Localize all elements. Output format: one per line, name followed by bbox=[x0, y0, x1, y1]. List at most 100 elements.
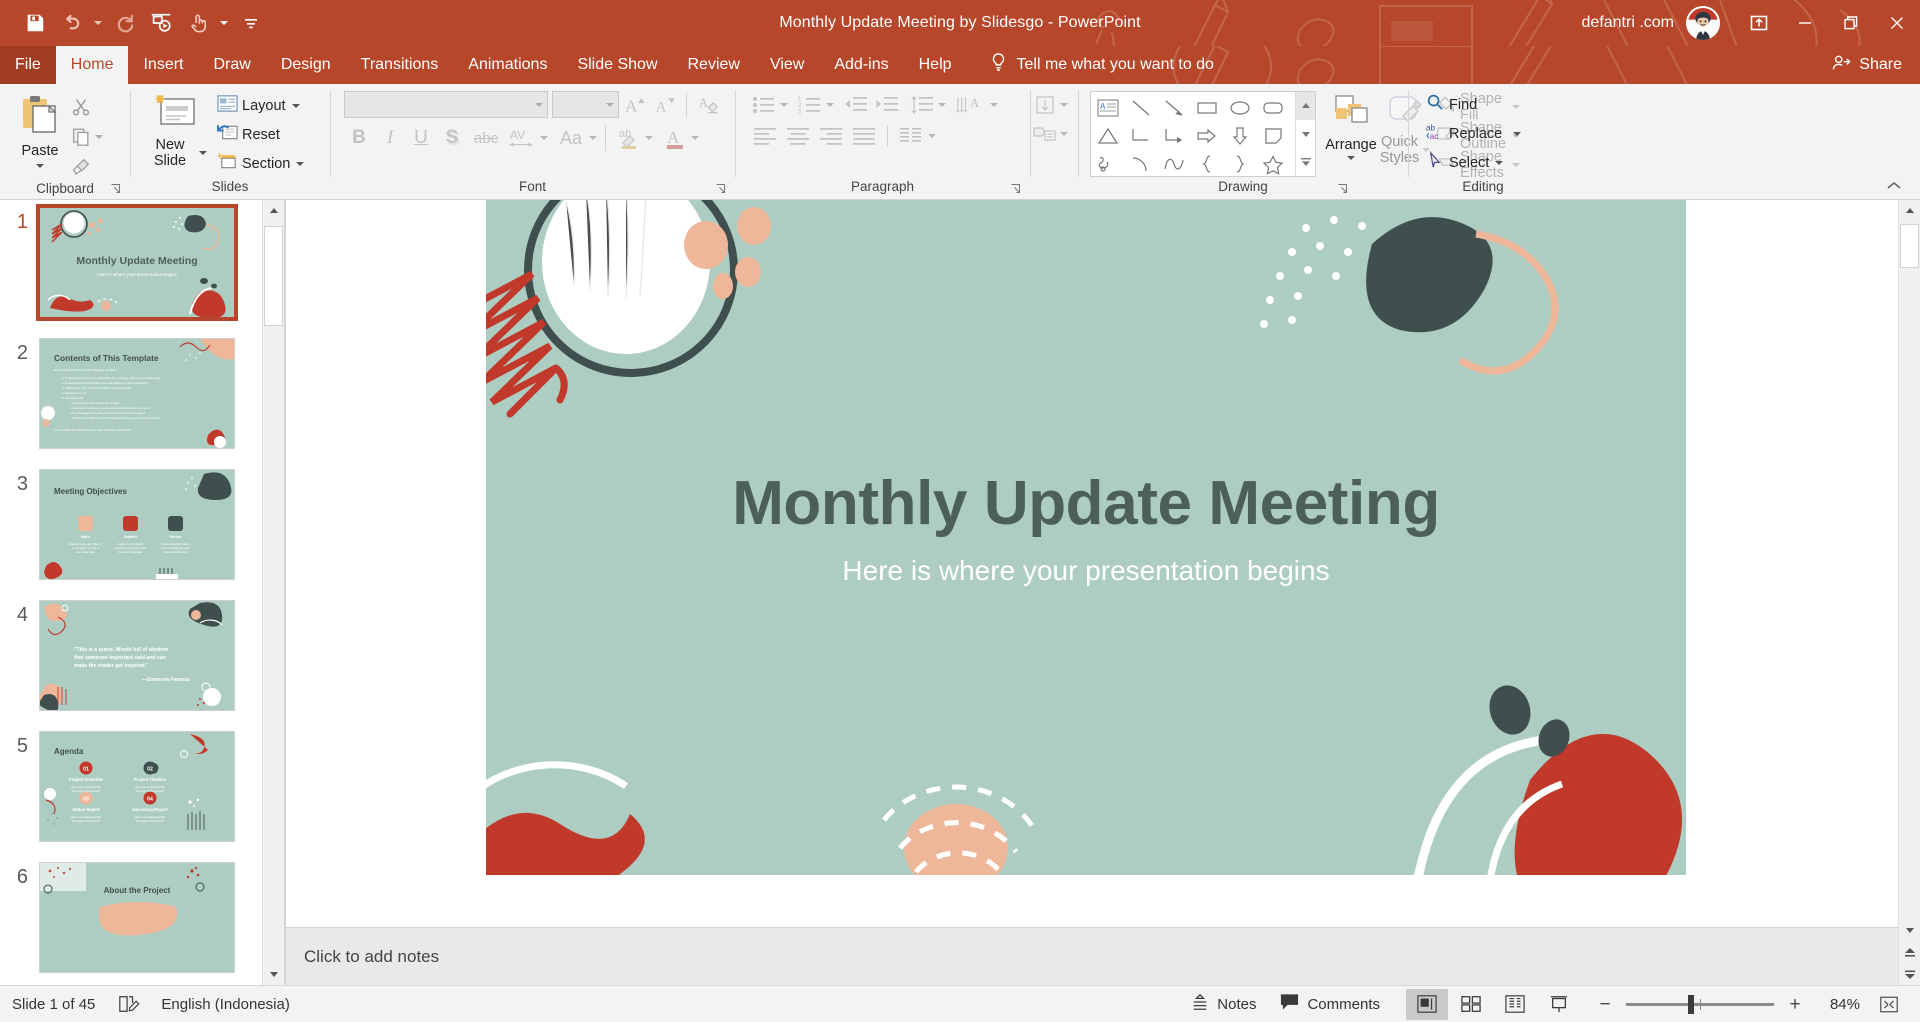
slide-scroll-up-button[interactable] bbox=[1899, 200, 1920, 222]
slide-canvas[interactable]: Monthly Update Meeting Here is where you… bbox=[486, 200, 1686, 875]
tab-animations[interactable]: Animations bbox=[453, 46, 562, 84]
tell-me-search[interactable]: Tell me what you want to do bbox=[967, 46, 1214, 84]
curve-shape[interactable] bbox=[1160, 150, 1188, 177]
line-spacing-chevron-down-icon[interactable] bbox=[938, 102, 946, 107]
elbow-connector-shape[interactable] bbox=[1127, 122, 1155, 149]
right-brace-shape[interactable] bbox=[1226, 150, 1254, 177]
bullets-chevron-down-icon[interactable] bbox=[780, 102, 788, 107]
text-direction-icon[interactable]: A bbox=[953, 91, 989, 118]
shape-gallery-scroll-up[interactable] bbox=[1296, 92, 1315, 120]
slide-thumbnail-5[interactable]: 5 Agenda 01 02 03 04 Project Schedule Pro… bbox=[0, 731, 262, 863]
align-text-chevron-down-icon[interactable] bbox=[1060, 102, 1068, 107]
slide-scroll-down-button[interactable] bbox=[1899, 919, 1920, 941]
character-spacing-chevron-down-icon[interactable] bbox=[540, 136, 548, 140]
normal-view-button[interactable] bbox=[1406, 988, 1448, 1020]
tab-slide-show[interactable]: Slide Show bbox=[562, 46, 672, 84]
tab-help[interactable]: Help bbox=[904, 46, 967, 84]
notes-pane[interactable]: Click to add notes bbox=[286, 927, 1898, 985]
line-spacing-icon[interactable] bbox=[907, 91, 937, 118]
zoom-level[interactable]: 84% bbox=[1816, 996, 1860, 1013]
spell-check-icon[interactable] bbox=[107, 986, 149, 1022]
font-name-chevron-down-icon[interactable] bbox=[534, 102, 543, 107]
touch-mode-icon[interactable] bbox=[180, 7, 214, 39]
tab-design[interactable]: Design bbox=[266, 46, 346, 84]
slide-thumbnail-2[interactable]: 2 Contents of This Template Here's what … bbox=[0, 338, 262, 470]
align-right-icon[interactable] bbox=[815, 122, 847, 149]
slide-thumbnail-1[interactable]: 1 Monthly Update Meeting Here is where y… bbox=[0, 204, 262, 339]
slide-thumbnail-list[interactable]: 1 Monthly Update Meeting Here is where y… bbox=[0, 200, 262, 985]
avatar[interactable] bbox=[1686, 6, 1720, 40]
language-indicator[interactable]: English (Indonesia) bbox=[149, 986, 301, 1022]
font-color-chevron-down-icon[interactable] bbox=[691, 136, 699, 140]
undo-icon[interactable] bbox=[54, 7, 88, 39]
star-shape[interactable] bbox=[1259, 150, 1287, 177]
font-color-icon[interactable]: A bbox=[660, 123, 690, 153]
slide-sorter-view-button[interactable] bbox=[1450, 989, 1492, 1020]
share-button[interactable]: Share bbox=[1831, 46, 1920, 84]
thumbnail-canvas-1[interactable]: Monthly Update Meeting Here is where you… bbox=[36, 204, 238, 321]
change-case-chevron-down-icon[interactable] bbox=[589, 136, 597, 140]
paragraph-dialog-launcher[interactable] bbox=[1009, 183, 1023, 197]
touch-mode-chevron-down-icon[interactable] bbox=[216, 7, 232, 39]
clear-formatting-icon[interactable]: A bbox=[695, 91, 721, 118]
tab-file[interactable]: File bbox=[0, 46, 56, 84]
redo-icon[interactable] bbox=[108, 7, 142, 39]
thumbnail-scroll-down-button[interactable] bbox=[263, 963, 284, 985]
undo-chevron-down-icon[interactable] bbox=[90, 7, 106, 39]
numbering-chevron-down-icon[interactable] bbox=[826, 102, 834, 107]
start-presentation-icon[interactable] bbox=[144, 7, 178, 39]
text-highlight-color-icon[interactable]: ab bbox=[614, 123, 644, 153]
font-size-input[interactable] bbox=[551, 91, 619, 118]
comments-button[interactable]: Comments bbox=[1268, 986, 1392, 1022]
align-left-icon[interactable] bbox=[749, 122, 781, 149]
bullets-icon[interactable] bbox=[749, 91, 779, 118]
ribbon-display-options-icon[interactable] bbox=[1736, 0, 1782, 46]
convert-smartart-chevron-down-icon[interactable] bbox=[1060, 131, 1068, 136]
slide-thumbnail-4[interactable]: 4 "This is a quote. Words full of wisdom… bbox=[0, 600, 262, 732]
select-chevron-down-icon[interactable] bbox=[1495, 160, 1504, 165]
paste-button[interactable]: Paste bbox=[13, 91, 67, 168]
italic-icon[interactable]: I bbox=[375, 123, 405, 153]
text-highlight-chevron-down-icon[interactable] bbox=[645, 136, 653, 140]
notes-button[interactable]: Notes bbox=[1179, 986, 1268, 1022]
select-button[interactable]: Select bbox=[1422, 149, 1507, 176]
increase-font-size-icon[interactable]: A bbox=[623, 91, 649, 118]
thumbnail-canvas-4[interactable]: "This is a quote. Words full of wisdom t… bbox=[39, 600, 235, 711]
tab-review[interactable]: Review bbox=[673, 46, 755, 84]
thumbnail-canvas-5[interactable]: Agenda 01 02 03 04 Project Schedule Proje… bbox=[39, 731, 235, 842]
decrease-indent-icon[interactable] bbox=[841, 91, 871, 118]
slide-thumbnail-6[interactable]: 6 About the Project bbox=[0, 862, 262, 985]
rounded-rectangle-shape[interactable] bbox=[1259, 94, 1287, 121]
slide-title[interactable]: Monthly Update Meeting bbox=[486, 468, 1686, 539]
left-brace-shape[interactable] bbox=[1193, 150, 1221, 177]
tab-add-ins[interactable]: Add-ins bbox=[819, 46, 903, 84]
align-center-icon[interactable] bbox=[782, 122, 814, 149]
text-box-shape[interactable]: A bbox=[1094, 94, 1122, 121]
strikethrough-icon[interactable]: abc bbox=[468, 123, 504, 153]
slide-subtitle[interactable]: Here is where your presentation begins bbox=[486, 555, 1686, 587]
slide-scroll-thumb[interactable] bbox=[1900, 224, 1919, 268]
triangle-shape[interactable] bbox=[1094, 122, 1122, 149]
thumbnail-scrollbar[interactable] bbox=[262, 200, 284, 985]
restore-icon[interactable] bbox=[1828, 0, 1874, 46]
slide-thumbnail-3[interactable]: 3 Meeting Objectives Mars Jupiter Venus bbox=[0, 469, 262, 601]
text-direction-chevron-down-icon[interactable] bbox=[990, 102, 998, 107]
minimize-icon[interactable] bbox=[1782, 0, 1828, 46]
tab-transitions[interactable]: Transitions bbox=[346, 46, 454, 84]
tab-view[interactable]: View bbox=[755, 46, 819, 84]
layout-button[interactable]: Layout bbox=[213, 92, 308, 119]
font-name-input[interactable] bbox=[344, 91, 548, 118]
arrange-button[interactable]: Arrange bbox=[1324, 91, 1378, 160]
section-chevron-down-icon[interactable] bbox=[296, 161, 305, 166]
down-arrow-shape[interactable] bbox=[1226, 122, 1254, 149]
copy-icon[interactable] bbox=[67, 123, 95, 150]
slide-show-button[interactable] bbox=[1538, 989, 1580, 1020]
slide-vertical-scrollbar[interactable] bbox=[1898, 200, 1920, 985]
thumbnail-scroll-thumb[interactable] bbox=[264, 226, 283, 326]
convert-to-smartart-icon[interactable] bbox=[1030, 120, 1060, 147]
save-icon[interactable] bbox=[18, 7, 52, 39]
copy-chevron-down-icon[interactable] bbox=[95, 134, 103, 139]
scribble-shape[interactable] bbox=[1094, 150, 1122, 177]
zoom-in-button[interactable]: + bbox=[1784, 995, 1806, 1014]
font-dialog-launcher[interactable] bbox=[714, 183, 728, 197]
